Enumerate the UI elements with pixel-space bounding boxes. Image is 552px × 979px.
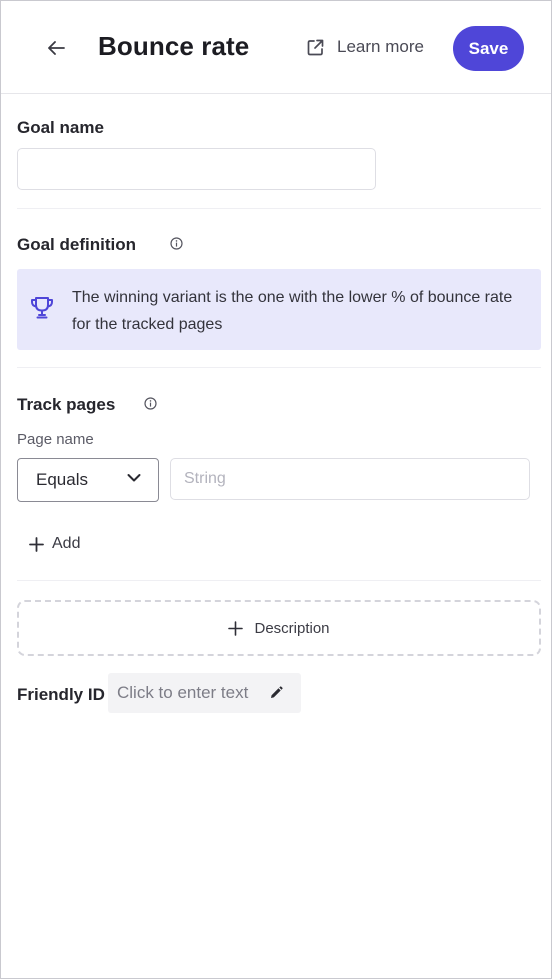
goal-definition-label: Goal definition [17, 235, 136, 254]
learn-more-label: Learn more [337, 37, 424, 56]
operator-selected-value: Equals [36, 470, 88, 489]
divider [17, 367, 541, 368]
header: Bounce rate Learn more Save [1, 1, 551, 94]
goal-definition-callout: The winning variant is the one with the … [17, 269, 541, 350]
external-link-icon [307, 39, 324, 55]
divider [17, 580, 541, 581]
page-name-value-input[interactable] [170, 458, 530, 500]
goal-editor-panel: Bounce rate Learn more Save Goal name Go… [0, 0, 552, 979]
page-name-label: Page name [17, 431, 94, 448]
track-pages-label: Track pages [17, 395, 116, 414]
add-condition-button[interactable]: Add [29, 535, 80, 553]
info-icon[interactable] [143, 396, 157, 410]
add-description-button[interactable]: Description [17, 600, 541, 656]
goal-name-input[interactable] [17, 148, 376, 190]
friendly-id-label: Friendly ID [17, 685, 105, 704]
pencil-icon[interactable] [269, 686, 283, 700]
divider [17, 208, 541, 209]
back-button[interactable] [43, 35, 71, 61]
add-label: Add [52, 535, 81, 552]
arrow-left-icon [48, 41, 65, 55]
plus-icon [29, 536, 44, 552]
chevron-down-icon [127, 474, 141, 482]
save-button[interactable]: Save [453, 26, 524, 71]
plus-icon [228, 620, 244, 636]
description-label: Description [254, 619, 330, 637]
callout-text: The winning variant is the one with the … [72, 289, 513, 333]
operator-select[interactable]: Equals [17, 458, 159, 502]
info-icon[interactable] [169, 236, 183, 250]
trophy-icon [31, 297, 53, 319]
friendly-id-field[interactable]: Click to enter text [108, 673, 301, 713]
page-title: Bounce rate [98, 31, 250, 61]
goal-name-label: Goal name [17, 118, 104, 137]
friendly-id-placeholder: Click to enter text [117, 683, 249, 702]
learn-more-link[interactable]: Learn more [306, 37, 424, 57]
